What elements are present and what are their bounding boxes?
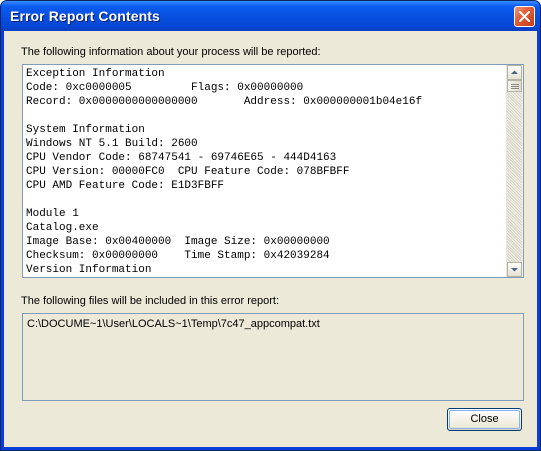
- scroll-up-button[interactable]: [507, 65, 522, 80]
- report-text: Exception Information Code: 0xc0000005 Fl…: [26, 67, 505, 277]
- files-list[interactable]: C:\DOCUME~1\User\LOCALS~1\Temp\7c47_appc…: [22, 313, 524, 401]
- report-line: Code: 0xc0000005 Flags: 0x00000000: [26, 82, 304, 94]
- dialog-client-area: The following information about your pro…: [4, 31, 537, 447]
- scroll-track[interactable]: [507, 92, 522, 262]
- report-line: Record: 0x0000000000000000 Address: 0x00…: [26, 96, 423, 108]
- report-line: [26, 109, 505, 123]
- report-line: Windows NT 5.1 Build: 2600: [26, 138, 198, 150]
- report-line: System Information: [26, 124, 145, 136]
- report-line: [26, 193, 505, 207]
- report-line: Version Information: [26, 264, 152, 276]
- report-line: Catalog.exe: [26, 222, 99, 234]
- report-line: Checksum: 0x00000000 Time Stamp: 0x42039…: [26, 250, 330, 262]
- scroll-down-button[interactable]: [507, 262, 522, 277]
- report-line: Exception Information: [26, 68, 165, 80]
- title-bar[interactable]: Error Report Contents: [1, 1, 540, 31]
- arrow-up-icon: [511, 70, 518, 74]
- report-line: CPU Version: 00000FC0 CPU Feature Code: …: [26, 166, 350, 178]
- report-line: CPU AMD Feature Code: E1D3FBFF: [26, 180, 225, 192]
- scroll-thumb[interactable]: [507, 80, 522, 92]
- files-label: The following files will be included in …: [21, 295, 280, 307]
- title-close-button[interactable]: [514, 6, 535, 27]
- report-line: CPU Vendor Code: 68747541 - 69746E65 - 4…: [26, 152, 337, 164]
- report-contents-textbox[interactable]: Exception Information Code: 0xc0000005 Fl…: [22, 64, 524, 278]
- file-list-item[interactable]: C:\DOCUME~1\User\LOCALS~1\Temp\7c47_appc…: [27, 318, 320, 330]
- report-label: The following information about your pro…: [21, 46, 321, 58]
- report-line: Image Base: 0x00400000 Image Size: 0x000…: [26, 236, 330, 248]
- arrow-down-icon: [511, 268, 518, 272]
- close-x-icon: [519, 11, 530, 22]
- error-report-window: Error Report Contents The following info…: [0, 0, 541, 451]
- window-title: Error Report Contents: [10, 8, 160, 24]
- close-button[interactable]: Close: [447, 408, 522, 431]
- report-line: Module 1: [26, 208, 79, 220]
- report-scrollbar[interactable]: [506, 65, 523, 277]
